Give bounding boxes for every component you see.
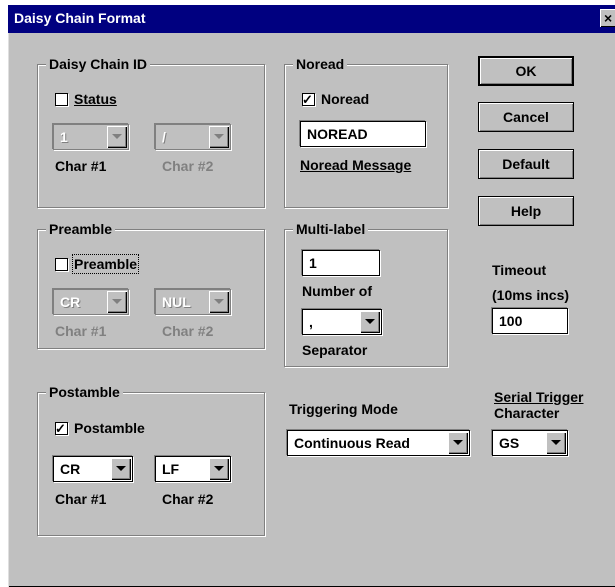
postamble-char2-value: LF	[162, 461, 180, 477]
daisy-char1-combo[interactable]: 1	[53, 124, 129, 150]
triggering-mode-combo[interactable]: Continuous Read	[287, 430, 470, 456]
chevron-down-icon[interactable]	[546, 432, 566, 454]
postamble-char1-combo[interactable]: CR	[53, 456, 133, 482]
status-checkbox-label: Status	[74, 91, 117, 107]
serial-trigger-combo[interactable]: GS	[492, 430, 568, 456]
noread-legend: Noread	[293, 56, 348, 72]
preamble-checkbox[interactable]: Preamble	[55, 254, 140, 274]
postamble-char2-combo[interactable]: LF	[155, 456, 231, 482]
timeout-input[interactable]: 100	[492, 308, 568, 334]
noread-checkbox-box[interactable]: ✓	[302, 91, 315, 107]
noread-checkbox[interactable]: ✓ Noread	[302, 91, 369, 107]
separator-combo[interactable]: ,	[302, 309, 382, 335]
postamble-char1-label: Char #1	[55, 491, 107, 507]
daisy-char1-label: Char #1	[55, 158, 107, 174]
number-of-label: Number of	[302, 283, 372, 299]
preamble-char1-value: CR	[60, 294, 81, 310]
postamble-checkbox[interactable]: ✓ Postamble	[55, 420, 145, 436]
preamble-char2-combo[interactable]: NUL	[155, 289, 231, 315]
postamble-checkbox-box[interactable]: ✓	[55, 420, 68, 436]
chevron-down-icon[interactable]	[209, 126, 229, 148]
close-button[interactable]: ×	[600, 9, 615, 27]
ok-button[interactable]: OK	[478, 56, 574, 86]
cancel-button[interactable]: Cancel	[478, 102, 574, 132]
chevron-down-icon[interactable]	[107, 291, 127, 313]
triggering-mode-label: Triggering Mode	[289, 401, 398, 417]
separator-label: Separator	[302, 342, 368, 358]
noread-message-value: NOREAD	[307, 126, 368, 142]
preamble-checkbox-label: Preamble	[71, 254, 140, 274]
chevron-down-icon[interactable]	[209, 291, 229, 313]
serial-trigger-value: GS	[499, 435, 520, 451]
postamble-checkbox-label: Postamble	[74, 420, 145, 436]
postamble-char2-label: Char #2	[162, 491, 214, 507]
preamble-char2-label: Char #2	[162, 323, 214, 339]
checkmark-icon: ✓	[302, 91, 313, 107]
daisy-chain-id-legend: Daisy Chain ID	[46, 56, 151, 72]
serial-trigger-label-line1: Serial Trigger	[494, 389, 584, 405]
preamble-char2-value: NUL	[162, 294, 191, 310]
triggering-mode-value: Continuous Read	[294, 435, 410, 451]
preamble-char1-label: Char #1	[55, 323, 107, 339]
serial-trigger-label-line2: Character	[494, 405, 560, 421]
chevron-down-icon[interactable]	[209, 458, 229, 480]
preamble-char1-combo[interactable]: CR	[53, 289, 129, 315]
status-checkbox-box[interactable]	[55, 92, 68, 106]
number-of-value: 1	[309, 255, 317, 271]
chevron-down-icon[interactable]	[448, 432, 468, 454]
postamble-char1-value: CR	[60, 461, 81, 477]
timeout-label-line1: Timeout	[492, 262, 547, 278]
status-checkbox[interactable]: Status	[55, 91, 117, 107]
daisy-char2-value: /	[162, 129, 166, 145]
noread-message-input[interactable]: NOREAD	[300, 121, 426, 147]
timeout-label-line2: (10ms incs)	[492, 287, 570, 303]
number-of-input[interactable]: 1	[302, 250, 380, 276]
daisy-char2-label: Char #2	[162, 158, 214, 174]
chevron-down-icon[interactable]	[111, 458, 131, 480]
title-bar[interactable]: Daisy Chain Format ×	[8, 5, 615, 33]
window-title: Daisy Chain Format	[14, 10, 146, 26]
chevron-down-icon[interactable]	[107, 126, 127, 148]
noread-message-label: Noread Message	[300, 157, 412, 173]
noread-checkbox-label: Noread	[321, 91, 370, 107]
separator-value: ,	[309, 314, 313, 330]
timeout-value: 100	[499, 313, 523, 329]
daisy-char1-value: 1	[60, 129, 68, 145]
multi-label-legend: Multi-label	[293, 221, 369, 237]
checkmark-icon: ✓	[55, 420, 66, 436]
daisy-char2-combo[interactable]: /	[155, 124, 231, 150]
postamble-legend: Postamble	[46, 384, 123, 400]
preamble-legend: Preamble	[46, 221, 116, 237]
preamble-checkbox-box[interactable]	[55, 257, 68, 271]
help-button[interactable]: Help	[478, 196, 574, 226]
chevron-down-icon[interactable]	[360, 311, 380, 333]
default-button[interactable]: Default	[478, 149, 574, 179]
